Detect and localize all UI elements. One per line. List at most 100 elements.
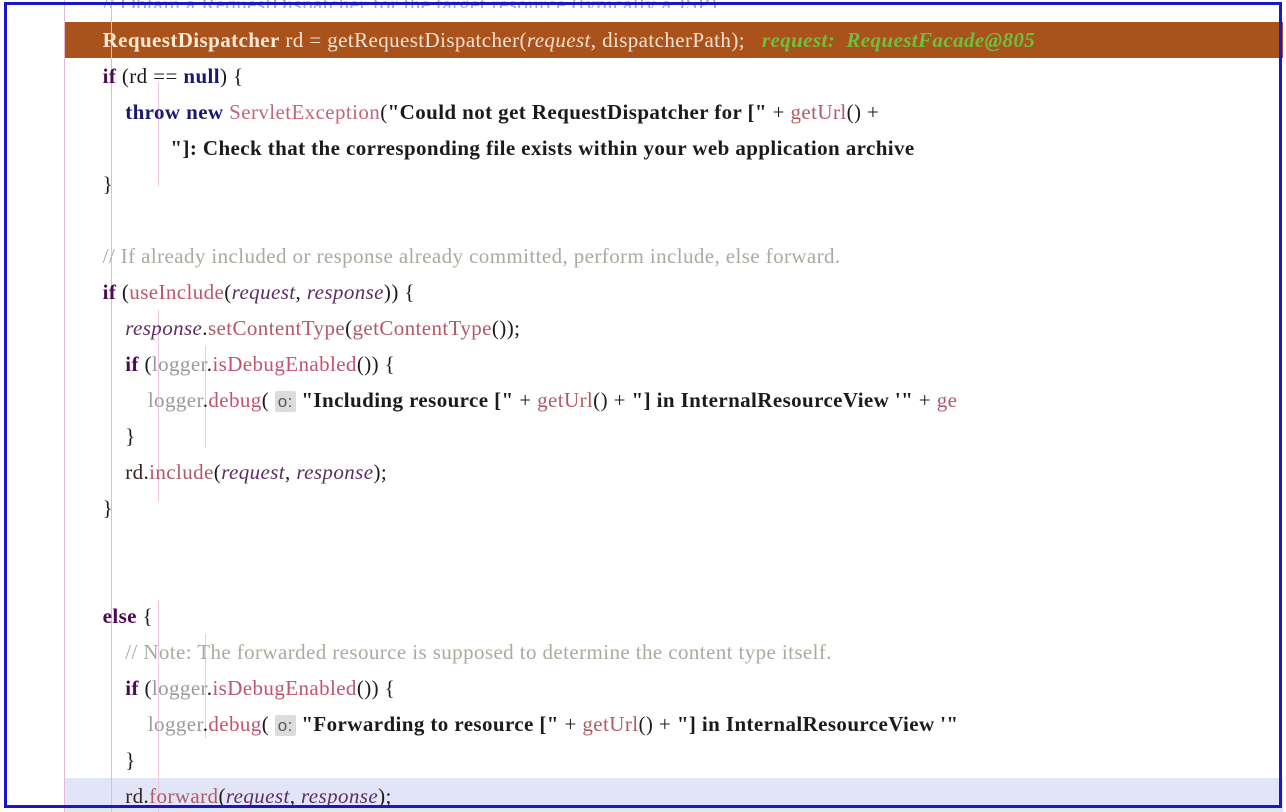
code-token: debug <box>208 388 262 412</box>
code-token: } <box>80 496 114 520</box>
code-text-layer[interactable]: RequestDispatcher rd = getRequestDispatc… <box>0 0 1286 812</box>
code-token: ge <box>936 388 958 412</box>
code-token: response <box>306 280 384 304</box>
code-token: ()); <box>491 316 521 340</box>
inlay-parameter-hint[interactable]: o: <box>274 715 296 736</box>
code-token: "] in InternalResourceView '" <box>676 712 959 736</box>
code-token: "Could not get RequestDispatcher for [" <box>387 100 767 124</box>
code-line[interactable]: } <box>0 166 1286 202</box>
code-token: isDebugEnabled <box>212 352 357 376</box>
code-token: ( <box>261 388 275 412</box>
code-token: , <box>289 784 301 808</box>
code-token: isDebugEnabled <box>212 676 357 700</box>
code-token: ( <box>224 280 232 304</box>
code-line[interactable]: rd.forward(request, response); <box>0 778 1286 812</box>
code-token: if <box>102 280 117 304</box>
code-token: ()) { <box>356 676 396 700</box>
code-token: getUrl <box>582 712 639 736</box>
code-token: } <box>80 424 136 448</box>
code-token: response <box>296 460 374 484</box>
code-line[interactable]: // Note: The forwarded resource is suppo… <box>0 634 1286 670</box>
code-token: getUrl <box>790 100 847 124</box>
code-token: if <box>125 352 139 376</box>
code-token: rd <box>279 28 310 52</box>
code-token: ( <box>261 712 275 736</box>
code-line[interactable]: if (useInclude(request, response)) { <box>0 274 1286 310</box>
code-editor[interactable]: // Obtain a RequestDispatcher for the ta… <box>0 0 1286 812</box>
code-token: (rd == <box>116 64 184 88</box>
code-token: ServletException <box>229 100 381 124</box>
code-line[interactable] <box>0 202 1286 238</box>
code-token: + <box>513 388 538 412</box>
code-token: ( <box>116 280 130 304</box>
code-token: } <box>80 172 114 196</box>
code-token: , <box>590 28 603 52</box>
code-line[interactable]: logger.debug( o: "Forwarding to resource… <box>0 706 1286 742</box>
code-token: getRequestDispatcher <box>327 28 520 52</box>
code-token: + <box>766 100 791 124</box>
code-token: throw new <box>125 100 224 124</box>
code-token: { <box>136 604 153 628</box>
code-token: "] in InternalResourceView '" <box>631 388 914 412</box>
code-line[interactable]: } <box>0 418 1286 454</box>
code-line[interactable]: rd.include(request, response); <box>0 454 1286 490</box>
code-token: if <box>102 64 117 88</box>
code-token: // If already included or response alrea… <box>80 244 841 268</box>
code-token: ( <box>380 100 388 124</box>
code-line[interactable]: // If already included or response alrea… <box>0 238 1286 274</box>
code-line[interactable]: if (logger.isDebugEnabled()) { <box>0 670 1286 706</box>
code-line[interactable] <box>0 562 1286 598</box>
code-token: logger <box>147 712 203 736</box>
code-token: request <box>526 28 591 52</box>
code-line[interactable]: if (rd == null) { <box>0 58 1286 94</box>
code-token: logger <box>151 352 207 376</box>
code-token: ( <box>138 352 152 376</box>
code-line[interactable]: "]: Check that the corresponding file ex… <box>0 130 1286 166</box>
inlay-parameter-hint[interactable]: o: <box>274 391 296 412</box>
code-token: getUrl <box>537 388 594 412</box>
code-line[interactable]: RequestDispatcher rd = getRequestDispatc… <box>0 22 1286 58</box>
code-token: dispatcherPath <box>602 28 732 52</box>
code-token: rd <box>125 460 144 484</box>
code-line[interactable]: if (logger.isDebugEnabled()) { <box>0 346 1286 382</box>
code-token: forward <box>149 784 219 808</box>
code-token: "Including resource [" <box>301 388 514 412</box>
code-line[interactable]: } <box>0 490 1286 526</box>
code-token: () + <box>638 712 677 736</box>
code-line[interactable] <box>0 526 1286 562</box>
code-token: useInclude <box>129 280 225 304</box>
code-token: ( <box>138 676 152 700</box>
code-token: )) { <box>383 280 415 304</box>
code-line[interactable]: logger.debug( o: "Including resource [" … <box>0 382 1286 418</box>
code-token: ()) { <box>356 352 396 376</box>
code-token: else <box>102 604 137 628</box>
code-token: "]: Check that the corresponding file ex… <box>170 136 915 160</box>
code-line[interactable]: response.setContentType(getContentType()… <box>0 310 1286 346</box>
code-token: rd <box>125 784 144 808</box>
code-token: ) { <box>220 64 244 88</box>
code-token: // Note: The forwarded resource is suppo… <box>80 640 832 664</box>
code-token: logger <box>147 388 203 412</box>
code-token: logger <box>151 676 207 700</box>
code-token: + <box>558 712 583 736</box>
code-line[interactable]: else { <box>0 598 1286 634</box>
code-token: debug <box>208 712 262 736</box>
code-token: request: RequestFacade@805 <box>744 28 1036 52</box>
code-line[interactable]: throw new ServletException("Could not ge… <box>0 94 1286 130</box>
code-token: + <box>913 388 937 412</box>
code-token: response <box>301 784 379 808</box>
code-line[interactable]: } <box>0 742 1286 778</box>
code-token: ( <box>218 784 226 808</box>
code-token: getContentType <box>352 316 492 340</box>
